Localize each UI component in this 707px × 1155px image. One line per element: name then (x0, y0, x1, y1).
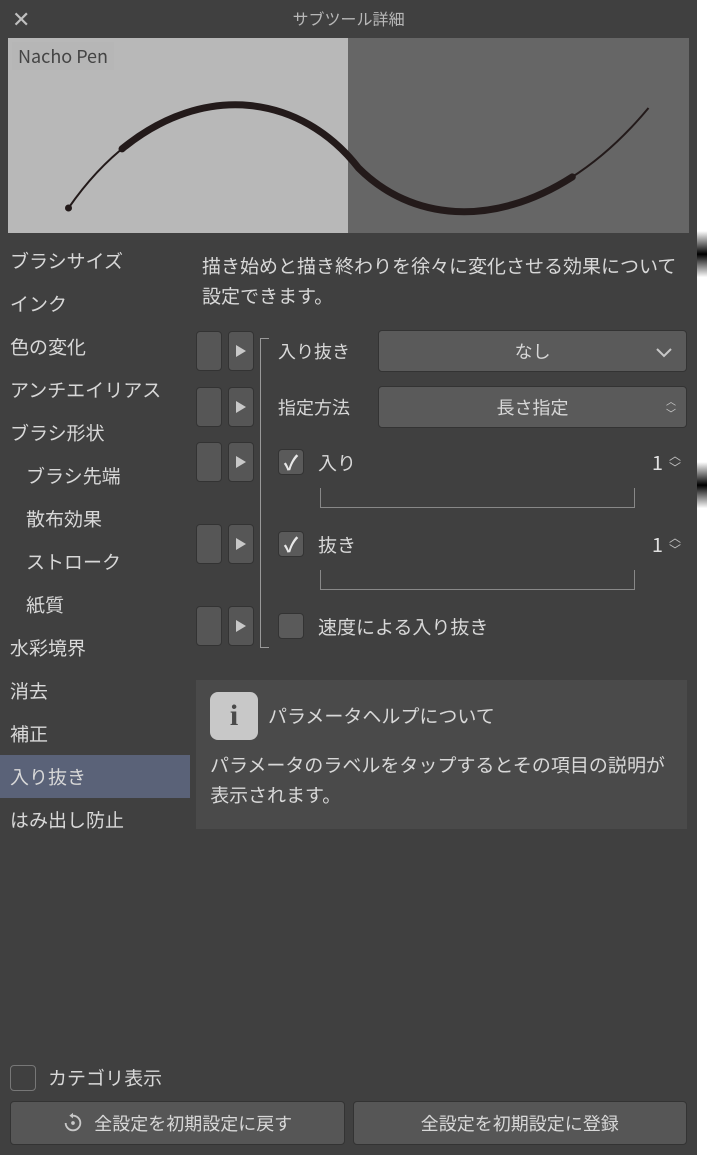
chevron-down-icon[interactable]: ﹀ (666, 408, 676, 418)
end-value-spinner[interactable]: 1 ︿﹀ (652, 529, 681, 558)
param-indicator-box[interactable] (196, 442, 222, 482)
sidebar-item-4[interactable]: ブラシ形状 (0, 411, 190, 454)
param-dynamics-button[interactable] (228, 606, 254, 646)
param-dynamics-button[interactable] (228, 331, 254, 371)
sidebar-item-10[interactable]: 消去 (0, 669, 190, 712)
start-checkbox[interactable] (278, 449, 304, 475)
help-text: パラメータのラベルをタップするとその項目の説明が表示されます。 (210, 750, 673, 811)
sidebar-item-6[interactable]: 散布効果 (0, 497, 190, 540)
chevron-down-icon (656, 338, 672, 364)
sidebar-item-8[interactable]: 紙質 (0, 583, 190, 626)
start-slider[interactable] (320, 488, 635, 508)
param-dynamics-button[interactable] (228, 524, 254, 564)
help-title: パラメータヘルプについて (268, 702, 495, 729)
param-indicator-box[interactable] (196, 387, 222, 427)
category-description: 描き始めと描き終わりを徐々に変化させる効果について設定できます。 (196, 233, 687, 330)
starting-ending-dropdown[interactable]: なし (378, 330, 687, 372)
param-indicator-box[interactable] (196, 606, 222, 646)
end-slider[interactable] (320, 570, 635, 590)
sidebar-item-12[interactable]: 入り抜き (0, 755, 190, 798)
info-icon: i (210, 692, 258, 740)
param-indicator-box[interactable] (196, 524, 222, 564)
category-display-checkbox[interactable] (10, 1065, 36, 1091)
register-all-button[interactable]: 全設定を初期設定に登録 (353, 1101, 688, 1145)
stroke-preview-icon (8, 38, 689, 233)
speed-checkbox[interactable] (278, 613, 304, 639)
sidebar-item-1[interactable]: インク (0, 282, 190, 325)
sidebar-item-9[interactable]: 水彩境界 (0, 626, 190, 669)
param-label-starting-ending: 入り抜き (278, 338, 378, 364)
param-dynamics-button[interactable] (228, 442, 254, 482)
sidebar-item-11[interactable]: 補正 (0, 712, 190, 755)
reset-all-button[interactable]: 全設定を初期設定に戻す (10, 1101, 345, 1145)
sidebar-item-3[interactable]: アンチエイリアス (0, 368, 190, 411)
reset-icon (62, 1112, 84, 1134)
window-title: サブツール詳細 (0, 6, 697, 30)
param-label-method: 指定方法 (278, 394, 378, 420)
chevron-down-icon[interactable]: ﹀ (669, 462, 681, 474)
close-icon[interactable]: ✕ (12, 8, 32, 28)
method-stepper[interactable]: 長さ指定 ︿﹀ (378, 386, 687, 428)
param-label-start: 入り (318, 447, 356, 476)
sidebar-item-0[interactable]: ブラシサイズ (0, 239, 190, 282)
canvas-edge (697, 0, 707, 1155)
start-value-spinner[interactable]: 1 ︿﹀ (652, 447, 681, 476)
category-sidebar: ブラシサイズインク色の変化アンチエイリアスブラシ形状ブラシ先端散布効果ストローク… (0, 233, 190, 1056)
sidebar-item-2[interactable]: 色の変化 (0, 325, 190, 368)
param-label-speed: 速度による入り抜き (318, 611, 488, 640)
end-checkbox[interactable] (278, 531, 304, 557)
chevron-down-icon[interactable]: ﹀ (669, 544, 681, 556)
titlebar: ✕ サブツール詳細 (0, 0, 697, 36)
sidebar-item-13[interactable]: はみ出し防止 (0, 798, 190, 841)
category-display-label: カテゴリ表示 (48, 1064, 162, 1091)
sidebar-item-5[interactable]: ブラシ先端 (0, 454, 190, 497)
brush-preview: Nacho Pen (8, 38, 689, 233)
sidebar-item-7[interactable]: ストローク (0, 540, 190, 583)
param-label-end: 抜き (318, 529, 356, 558)
param-dynamics-button[interactable] (228, 387, 254, 427)
param-indicator-box[interactable] (196, 331, 222, 371)
help-panel: i パラメータヘルプについて パラメータのラベルをタップするとその項目の説明が表… (196, 680, 687, 829)
